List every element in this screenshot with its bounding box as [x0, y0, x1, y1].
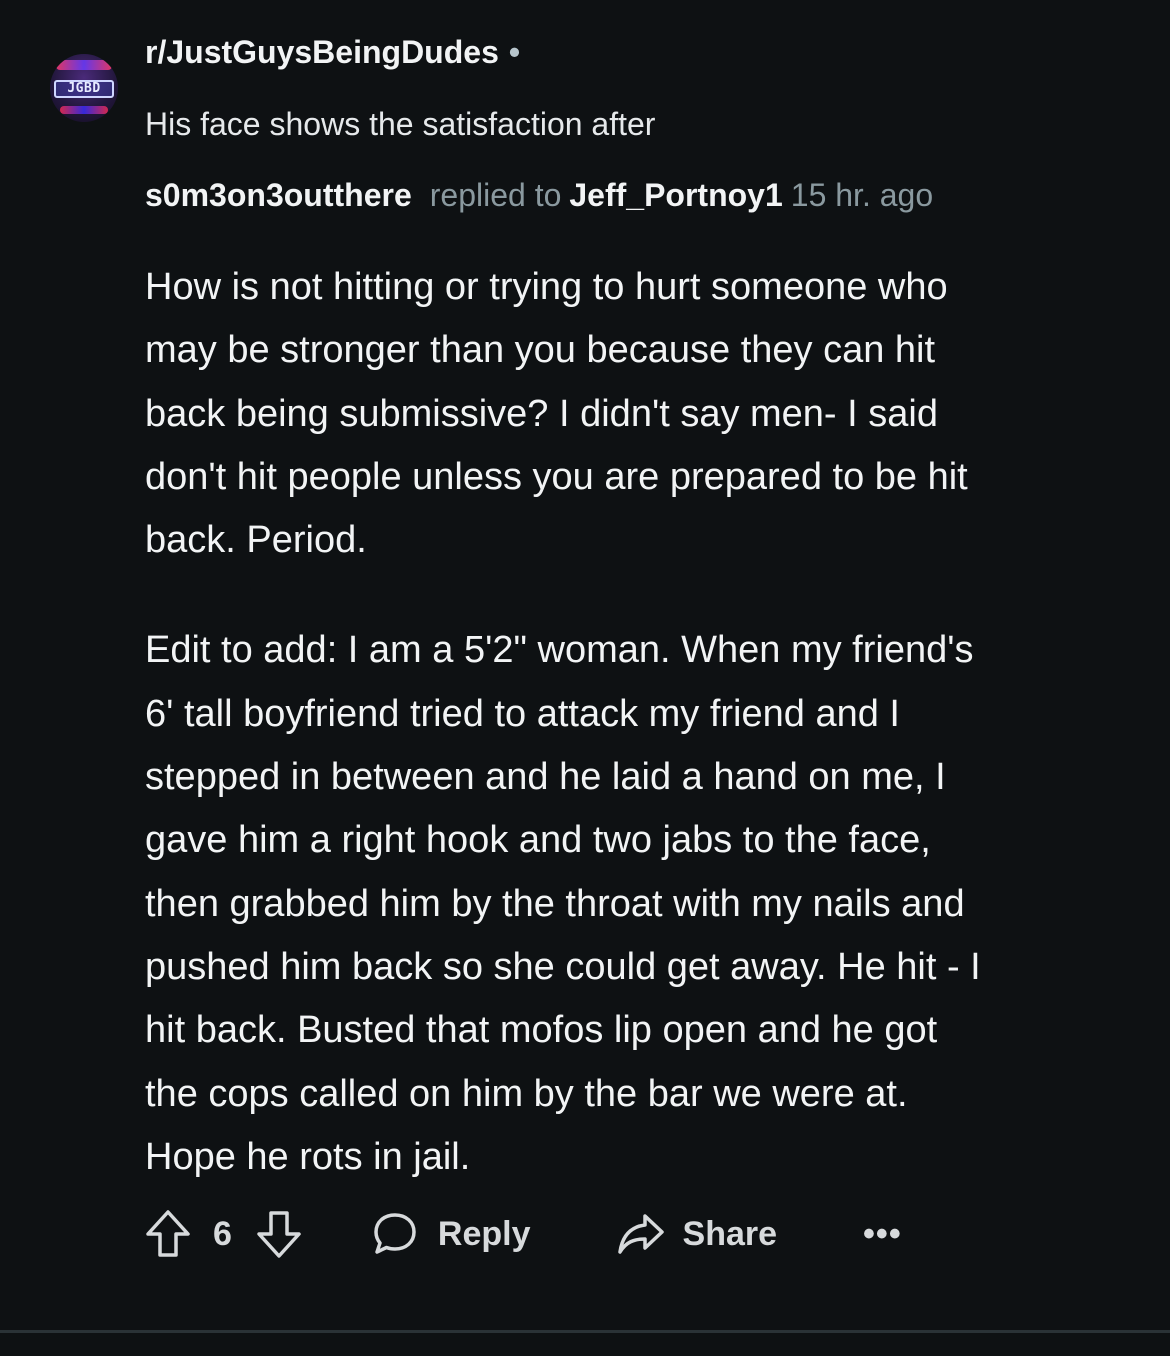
- comment-paragraph-1: How is not hitting or trying to hurt som…: [145, 256, 1130, 572]
- share-arrow-icon: [617, 1212, 665, 1256]
- comment-actions: 6 Reply Share •••: [145, 1206, 902, 1262]
- arrow-down-icon[interactable]: [256, 1209, 302, 1259]
- comment-screen: JGBD r/JustGuysBeingDudes • His face show…: [0, 0, 1170, 1356]
- comment-line: hit back. Busted that mofos lip open and…: [145, 1009, 938, 1052]
- subreddit-avatar[interactable]: JGBD: [50, 54, 118, 122]
- comment-line: don't hit people unless you are prepared…: [145, 455, 968, 498]
- parent-author[interactable]: Jeff_Portnoy1: [569, 177, 782, 213]
- comment-line: back being submissive? I didn't say men-…: [145, 392, 938, 435]
- speech-bubble-icon: [372, 1211, 418, 1257]
- comment-line: then grabbed him by the throat with my n…: [145, 882, 965, 925]
- comment-line: How is not hitting or trying to hurt som…: [145, 266, 948, 308]
- comment-body: How is not hitting or trying to hurt som…: [145, 256, 1130, 1189]
- comment-line: back. Period.: [145, 519, 367, 562]
- comment-author[interactable]: s0m3on3outthere: [145, 177, 412, 213]
- comment-line: may be stronger than you because they ca…: [145, 329, 936, 372]
- comment-line: the cops called on him by the bar we wer…: [145, 1072, 908, 1115]
- avatar-decoration-bottom: [60, 106, 108, 114]
- comment-meta: s0m3on3outthere replied to Jeff_Portnoy1 15…: [145, 177, 933, 214]
- replied-to-label: replied to: [429, 177, 562, 213]
- reply-label: Reply: [437, 1214, 531, 1253]
- comment-paragraph-2: Edit to add: I am a 5'2" woman. When my …: [145, 619, 1130, 1189]
- divider: [0, 1330, 1170, 1333]
- comment-line: stepped in between and he laid a hand on…: [145, 756, 946, 799]
- header-separator: •: [508, 34, 521, 70]
- avatar-logo-text: JGBD: [54, 80, 114, 98]
- more-options-button[interactable]: •••: [863, 1215, 902, 1254]
- subreddit-header[interactable]: r/JustGuysBeingDudes •: [145, 34, 520, 71]
- comment-line: gave him a right hook and two jabs to th…: [145, 819, 931, 862]
- comment-timestamp: 15 hr. ago: [790, 177, 934, 213]
- vote-count: 6: [213, 1214, 232, 1253]
- post-title[interactable]: His face shows the satisfaction after: [145, 106, 655, 143]
- share-button[interactable]: Share: [617, 1212, 778, 1256]
- comment-line: pushed him back so she could get away. H…: [145, 945, 981, 988]
- share-label: Share: [682, 1214, 778, 1253]
- comment-line: Edit to add: I am a 5'2" woman. When my …: [145, 629, 974, 672]
- subreddit-name[interactable]: r/JustGuysBeingDudes: [145, 34, 499, 70]
- comment-line: Hope he rots in jail.: [145, 1135, 471, 1178]
- avatar-decoration-top: [56, 60, 112, 70]
- arrow-up-icon[interactable]: [145, 1209, 191, 1259]
- comment-line: 6' tall boyfriend tried to attack my fri…: [145, 692, 900, 735]
- reply-button[interactable]: Reply: [372, 1211, 531, 1257]
